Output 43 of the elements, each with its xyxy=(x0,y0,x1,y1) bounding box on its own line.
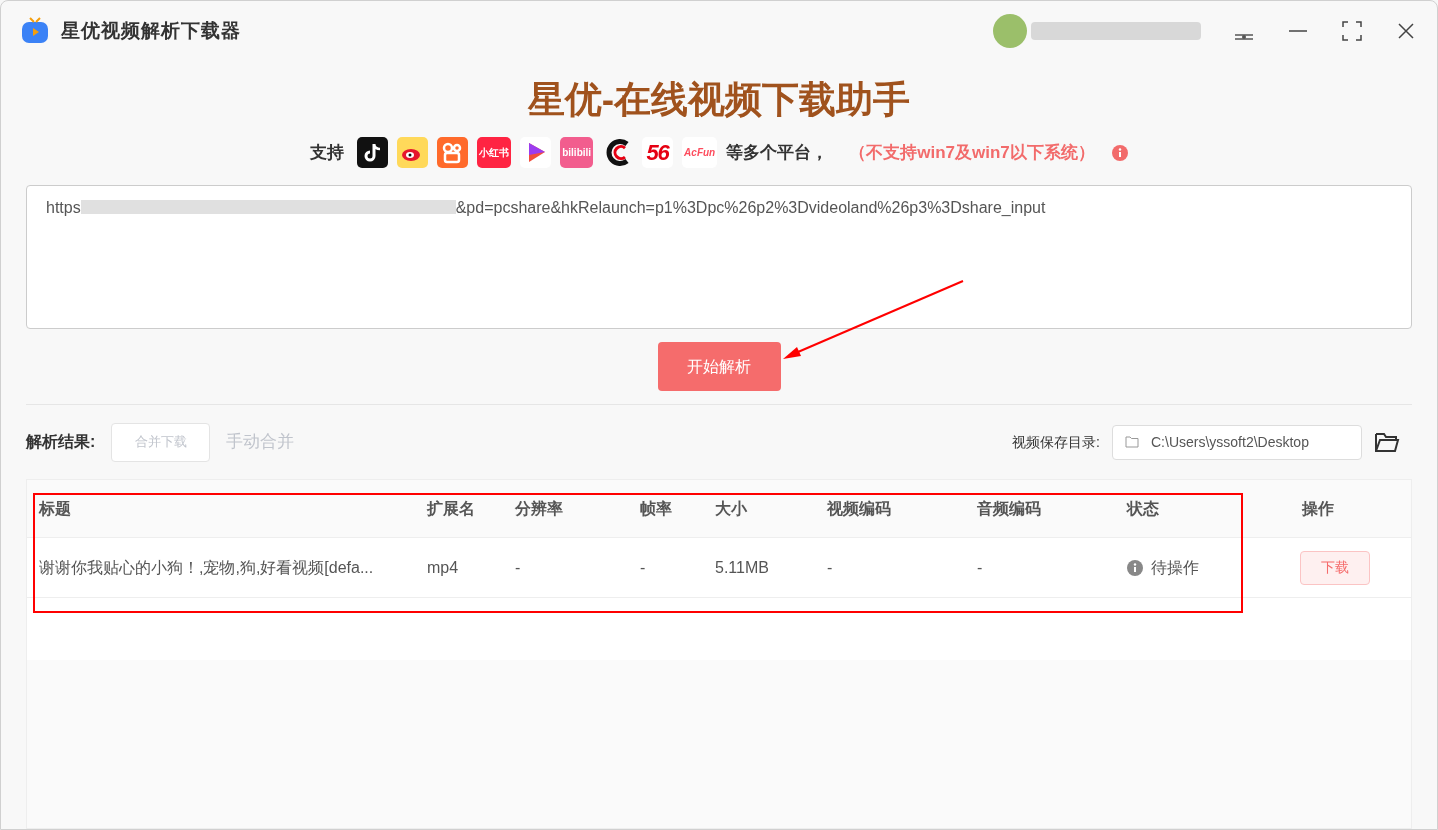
eye-logo-icon xyxy=(397,137,429,168)
column-header: 扩展名 xyxy=(427,499,475,517)
table-cell: mp4 xyxy=(427,558,459,576)
window-title: 星优视频解析下载器 xyxy=(61,18,241,43)
column-header: 分辨率 xyxy=(515,499,563,517)
column-header: 状态 xyxy=(1127,499,1159,517)
platform-logo: bilibili xyxy=(560,137,594,168)
table-cell: - xyxy=(827,558,833,576)
column-header: 视频编码 xyxy=(827,499,891,517)
support-text: 等多个平台， xyxy=(726,141,829,164)
platform-logo: 56 xyxy=(642,137,674,168)
results-label: 解析结果: xyxy=(26,432,96,452)
column-header: 帧率 xyxy=(640,499,672,517)
table-cell: - xyxy=(640,558,646,576)
column-header: 大小 xyxy=(715,499,747,517)
folder-icon xyxy=(1125,436,1139,448)
play-logo-icon xyxy=(520,137,552,168)
info-icon xyxy=(1127,559,1143,576)
save-directory-label: 视频保存目录: xyxy=(1012,432,1100,452)
platform-logo: 小红书 xyxy=(477,137,512,168)
table-cell: - xyxy=(515,558,521,576)
save-directory-field[interactable]: C:\Users\yssoft2\Desktop xyxy=(1112,424,1362,460)
download-button[interactable]: 下载 xyxy=(1300,550,1370,585)
music-note-logo-icon xyxy=(357,137,389,168)
user-avatar xyxy=(993,14,1027,48)
platform-logo: AcFun xyxy=(682,137,718,168)
parse-button[interactable]: 开始解析 xyxy=(657,342,781,391)
column-header: 标题 xyxy=(39,499,71,517)
camera-logo-icon xyxy=(437,137,469,168)
app-logo-icon xyxy=(21,17,49,45)
support-label: 支持 xyxy=(310,141,345,164)
maximize-icon[interactable] xyxy=(1341,20,1363,42)
info-icon[interactable] xyxy=(1111,144,1128,161)
column-header: 操作 xyxy=(1302,499,1334,517)
table-cell: 谢谢你我贴心的小狗！,宠物,狗,好看视频[defa... xyxy=(39,558,374,576)
folder-icon[interactable] xyxy=(1374,431,1400,453)
main-heading: 星优-在线视频下载助手 xyxy=(527,78,911,122)
status-text: 待操作 xyxy=(1151,557,1199,578)
system-note: （不支持win7及win7以下系统） xyxy=(849,141,1095,164)
table-cell: 5.11MB xyxy=(715,558,769,576)
url-input-field[interactable]: https &pd=pcshare&hkRelaunch=p1%3Dpc%26p2%3Dvideoland%26p3%3Dshare_input xyxy=(26,185,1412,329)
column-header: 音频编码 xyxy=(977,499,1041,517)
table-cell: - xyxy=(977,558,983,576)
